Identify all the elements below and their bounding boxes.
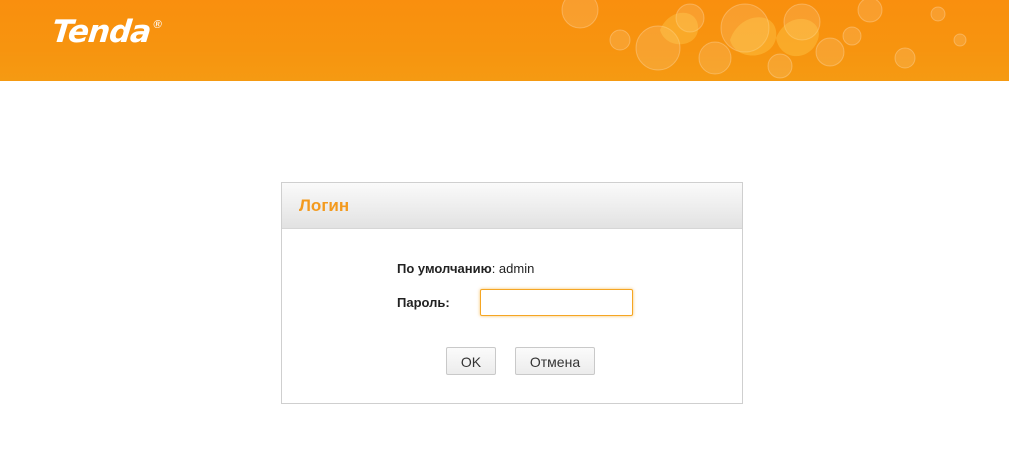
default-label: По умолчанию	[397, 261, 492, 276]
registered-mark: ®	[151, 18, 163, 31]
default-credentials-row: По умолчанию: admin	[397, 261, 534, 276]
password-input[interactable]	[480, 289, 633, 316]
bubble-decoration	[561, 0, 967, 79]
default-value: : admin	[491, 261, 535, 276]
login-title-bar: Логин	[282, 183, 742, 229]
brand-name: Tenda	[50, 14, 153, 50]
top-banner: Tenda®	[0, 0, 1009, 81]
cancel-button[interactable]: Отмена	[515, 347, 595, 375]
ok-button[interactable]: OK	[446, 347, 496, 375]
login-panel: Логин По умолчанию: admin Пароль: OK Отм…	[281, 182, 743, 404]
password-label: Пароль:	[397, 295, 450, 310]
login-title: Логин	[299, 196, 350, 215]
tenda-logo: Tenda®	[50, 14, 163, 50]
